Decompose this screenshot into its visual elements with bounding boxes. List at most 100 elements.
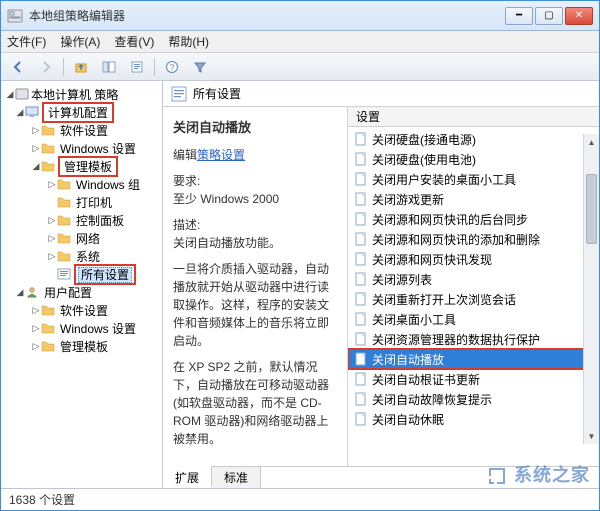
- tree-admin-templates[interactable]: ◢ 管理模板: [3, 157, 160, 175]
- caret-icon[interactable]: ▷: [47, 179, 57, 190]
- tree-user-config[interactable]: ◢ 用户配置: [3, 283, 160, 301]
- policy-item-icon: [354, 332, 368, 346]
- caret-icon[interactable]: ▷: [47, 251, 57, 262]
- menu-action[interactable]: 操作(A): [60, 33, 100, 50]
- desc-label: 描述:: [173, 218, 200, 232]
- tree-label: 本地计算机 策略: [29, 86, 120, 103]
- tree-system[interactable]: ▷ 系统: [3, 247, 160, 265]
- caret-icon[interactable]: ◢: [15, 107, 25, 118]
- list-item[interactable]: 关闭自动播放: [348, 349, 599, 369]
- caret-icon[interactable]: ▷: [31, 323, 41, 334]
- tree-software-settings[interactable]: ▷ 软件设置: [3, 121, 160, 139]
- folder-icon: [41, 322, 55, 334]
- policy-icon: [15, 87, 29, 101]
- list-item-label: 关闭硬盘(使用电池): [372, 151, 476, 168]
- list-item-label: 关闭用户安装的桌面小工具: [372, 171, 516, 188]
- caret-icon[interactable]: ▷: [31, 305, 41, 316]
- policy-item-icon: [354, 192, 368, 206]
- req-label: 要求:: [173, 174, 200, 188]
- req-value: 至少 Windows 2000: [173, 192, 279, 206]
- list-item[interactable]: 关闭源和网页快讯的添加和删除: [348, 229, 599, 249]
- caret-icon[interactable]: ▷: [47, 233, 57, 244]
- list-item[interactable]: 关闭源和网页快讯的后台同步: [348, 209, 599, 229]
- toolbar-divider: [154, 58, 155, 76]
- policy-item-icon: [354, 292, 368, 306]
- tab-standard[interactable]: 标准: [212, 467, 261, 488]
- properties-icon[interactable]: [126, 56, 148, 78]
- menu-view[interactable]: 查看(V): [114, 33, 154, 50]
- tree-label: 网络: [74, 230, 102, 247]
- list-column-header[interactable]: 设置: [348, 107, 599, 127]
- folder-icon: [41, 304, 55, 316]
- scroll-thumb[interactable]: [586, 174, 597, 244]
- tree-u-admin[interactable]: ▷ 管理模板: [3, 337, 160, 355]
- caret-icon[interactable]: ◢: [15, 287, 25, 298]
- settings-list-icon: [171, 86, 187, 102]
- folder-icon: [41, 124, 55, 136]
- menu-file[interactable]: 文件(F): [7, 33, 46, 50]
- caret-icon[interactable]: ◢: [31, 161, 41, 172]
- tree-windows-settings[interactable]: ▷ Windows 设置: [3, 139, 160, 157]
- tab-extended[interactable]: 扩展: [163, 466, 212, 487]
- tree-label: Windows 设置: [58, 140, 138, 157]
- folder-icon: [41, 340, 55, 352]
- tree-printers[interactable]: 打印机: [3, 193, 160, 211]
- policy-item-icon: [354, 132, 368, 146]
- caret-icon[interactable]: ▷: [31, 125, 41, 136]
- view-tabs: 扩展 标准: [163, 466, 599, 488]
- list-item-label: 关闭重新打开上次浏览会话: [372, 291, 516, 308]
- list-item[interactable]: 关闭重新打开上次浏览会话: [348, 289, 599, 309]
- content-body: 关闭自动播放 编辑策略设置 要求: 至少 Windows 2000 描述: 关闭…: [163, 107, 599, 466]
- tree-control-panel[interactable]: ▷ 控制面板: [3, 211, 160, 229]
- tree-windows-group[interactable]: ▷ Windows 组: [3, 175, 160, 193]
- list-item[interactable]: 关闭硬盘(接通电源): [348, 129, 599, 149]
- list-item[interactable]: 关闭源列表: [348, 269, 599, 289]
- tree-network[interactable]: ▷ 网络: [3, 229, 160, 247]
- caret-icon[interactable]: ▷: [31, 341, 41, 352]
- policy-item-icon: [354, 232, 368, 246]
- forward-button[interactable]: [35, 56, 57, 78]
- tree-root[interactable]: ◢ 本地计算机 策略: [3, 85, 160, 103]
- setting-title: 关闭自动播放: [173, 117, 337, 136]
- list-item-label: 关闭自动播放: [372, 351, 444, 368]
- filter-icon[interactable]: [189, 56, 211, 78]
- titlebar[interactable]: 本地组策略编辑器 ━ ▢ ✕: [1, 1, 599, 31]
- list-item[interactable]: 关闭硬盘(使用电池): [348, 149, 599, 169]
- tree-pane[interactable]: ◢ 本地计算机 策略 ◢ 计算机配置 ▷ 软件设置 ▷ Windows 设置 ◢: [1, 81, 163, 488]
- list-item[interactable]: 关闭自动故障恢复提示: [348, 389, 599, 409]
- tree-u-software[interactable]: ▷ 软件设置: [3, 301, 160, 319]
- policy-item-icon: [354, 392, 368, 406]
- settings-list[interactable]: 设置 关闭硬盘(接通电源) 关闭硬盘(使用电池) 关闭用户安装的桌面小工具关闭游戏更…: [348, 107, 599, 466]
- help-icon[interactable]: ?: [161, 56, 183, 78]
- list-item[interactable]: 关闭源和网页快讯发现: [348, 249, 599, 269]
- list-item[interactable]: 关闭桌面小工具: [348, 309, 599, 329]
- desc-value: 关闭自动播放功能。: [173, 236, 281, 250]
- tree-all-settings[interactable]: 所有设置: [3, 265, 160, 283]
- menu-help[interactable]: 帮助(H): [168, 33, 209, 50]
- tree-u-windows[interactable]: ▷ Windows 设置: [3, 319, 160, 337]
- policy-item-icon: [354, 372, 368, 386]
- scrollbar-vertical[interactable]: ▲ ▼: [583, 134, 599, 444]
- svg-text:?: ?: [170, 63, 175, 72]
- list-item[interactable]: 关闭资源管理器的数据执行保护: [348, 329, 599, 349]
- edit-policy-link[interactable]: 策略设置: [197, 148, 245, 162]
- back-button[interactable]: [7, 56, 29, 78]
- tree-computer-config[interactable]: ◢ 计算机配置: [3, 103, 160, 121]
- maximize-button[interactable]: ▢: [535, 7, 563, 25]
- caret-icon[interactable]: ▷: [47, 215, 57, 226]
- folder-icon: [41, 142, 55, 154]
- desc-para2: 在 XP SP2 之前，默认情况下，自动播放在可移动驱动器(如软盘驱动器，而不是…: [173, 358, 337, 448]
- list-item[interactable]: 关闭自动休眠: [348, 409, 599, 429]
- caret-icon[interactable]: ◢: [5, 89, 15, 100]
- caret-icon[interactable]: ▷: [31, 143, 41, 154]
- folder-icon: [57, 214, 71, 226]
- scroll-up-icon[interactable]: ▲: [584, 134, 599, 150]
- list-item[interactable]: 关闭用户安装的桌面小工具: [348, 169, 599, 189]
- up-icon[interactable]: [70, 56, 92, 78]
- close-button[interactable]: ✕: [565, 7, 593, 25]
- list-item[interactable]: 关闭自动根证书更新: [348, 369, 599, 389]
- minimize-button[interactable]: ━: [505, 7, 533, 25]
- show-hide-tree-icon[interactable]: [98, 56, 120, 78]
- list-item[interactable]: 关闭游戏更新: [348, 189, 599, 209]
- scroll-down-icon[interactable]: ▼: [584, 428, 599, 444]
